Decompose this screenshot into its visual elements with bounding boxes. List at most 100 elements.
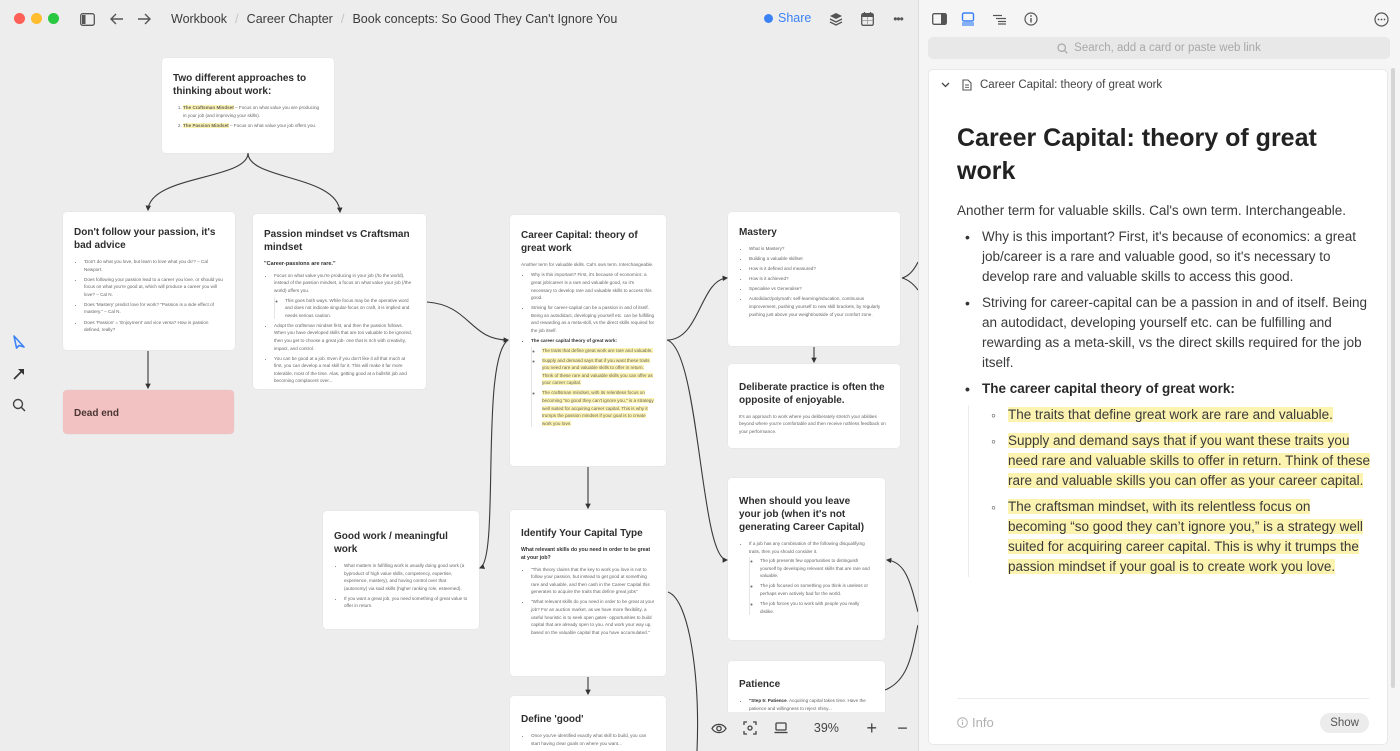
card-list-item: The Passion Mindset – Focus on what valu…	[183, 122, 323, 130]
card-when-to-leave-job[interactable]: When should you leave your job (when it'…	[728, 478, 885, 640]
back-arrow-icon[interactable]	[107, 9, 127, 29]
panel-scrollbar[interactable]	[1391, 68, 1396, 740]
sidebar-toggle-icon[interactable]	[77, 9, 97, 29]
card-list-item: What is Mastery?	[749, 245, 889, 253]
zoom-in-button[interactable]: +	[856, 712, 887, 744]
card-good-work[interactable]: Good work / meaningful work What matters…	[323, 511, 479, 629]
document-card: Career Capital: theory of great work Car…	[928, 69, 1388, 745]
card-list-item: If you want a great job, you need someth…	[344, 595, 468, 610]
document-body[interactable]: Career Capital: theory of great work Ano…	[957, 122, 1372, 583]
close-window-button[interactable]	[14, 13, 25, 24]
info-icon[interactable]	[1020, 9, 1042, 29]
select-pointer-icon[interactable]	[10, 333, 28, 351]
fit-to-screen-icon[interactable]	[735, 712, 766, 744]
card-title: Don't follow your passion, it's bad advi…	[74, 227, 216, 251]
show-info-button[interactable]: Show	[1320, 712, 1369, 733]
card-list-item: Focus on what value you're producing in …	[274, 272, 415, 320]
calendar-icon[interactable]	[857, 9, 877, 29]
layers-icon[interactable]	[826, 9, 846, 29]
bullet-item: Why is this important? First, it's becau…	[957, 227, 1372, 287]
right-panel: Search, add a card or paste web link Car…	[918, 0, 1400, 751]
edge-identify-to-offscreen	[667, 591, 699, 751]
zoom-toolbar: 39% + −	[704, 712, 918, 744]
card-list-item: Building a valuable skillset	[749, 255, 889, 263]
edge-capital-to-leave	[666, 339, 729, 563]
card-list-item: The Craftsman Mindset – Focus on what va…	[183, 104, 323, 119]
info-toggle[interactable]: Info	[957, 715, 994, 730]
card-title: Passion mindset vs Craftsman mindset	[264, 229, 410, 253]
card-quote: "Career-passions are rare."	[264, 261, 336, 267]
card-sub-item: The craftsman mindset, with its relentle…	[542, 389, 655, 427]
edge-capital-to-goodwork	[478, 339, 509, 569]
card-title: Dead end	[74, 408, 120, 419]
arrow-connector-icon[interactable]	[10, 365, 28, 383]
card-title: Patience	[739, 679, 781, 690]
card-list-item: "Step 5: Patience. Acquiring capital tak…	[749, 697, 874, 712]
breadcrumb-career-chapter[interactable]: Career Chapter	[247, 12, 333, 26]
maximize-window-button[interactable]	[48, 13, 59, 24]
document-header[interactable]: Career Capital: theory of great work	[929, 70, 1387, 100]
zoom-level[interactable]: 39%	[797, 721, 857, 735]
document-intro: Another term for valuable skills. Cal's …	[957, 203, 1347, 218]
info-label: Info	[972, 715, 994, 730]
canvas-pane[interactable]: Two different approaches to thinking abo…	[0, 0, 918, 751]
card-list-item: How is it achieved?	[749, 275, 889, 283]
document-header-title: Career Capital: theory of great work	[980, 79, 1163, 91]
card-list-item: Adopt the craftsman mindset first, and t…	[274, 322, 415, 352]
breadcrumb-separator: /	[340, 11, 345, 26]
minimize-window-button[interactable]	[31, 13, 42, 24]
card-list-item: You can be good at a job. Even if you do…	[274, 355, 415, 385]
share-button[interactable]: Share	[764, 11, 811, 25]
breadcrumb-workbook[interactable]: Workbook	[171, 12, 227, 26]
card-title: Good work / meaningful work	[334, 531, 448, 555]
more-circle-icon[interactable]	[1370, 9, 1392, 29]
card-identify-capital-type[interactable]: Identify Your Capital Type What relevant…	[510, 510, 666, 676]
chevron-down-icon[interactable]	[941, 82, 951, 88]
card-sub-item: This goes both ways. While focus may be …	[285, 297, 415, 320]
card-sub-item: The job focused on something you think i…	[760, 582, 874, 597]
eye-icon[interactable]	[704, 712, 735, 744]
card-two-approaches[interactable]: Two different approaches to thinking abo…	[162, 58, 334, 153]
card-mastery[interactable]: Mastery What is Mastery? Building a valu…	[728, 212, 900, 346]
breadcrumb-current-board[interactable]: Book concepts: So Good They Can't Ignore…	[352, 12, 617, 26]
search-icon	[1057, 42, 1068, 54]
search-input[interactable]: Search, add a card or paste web link	[928, 37, 1390, 59]
card-title: Two different approaches to thinking abo…	[173, 73, 307, 97]
card-passion-vs-craftsman[interactable]: Passion mindset vs Craftsman mindset "Ca…	[253, 214, 426, 389]
card-list-item: "What relevant skills do you need in ord…	[531, 598, 655, 636]
edge-passion-to-capital	[426, 301, 510, 343]
zoom-out-button[interactable]: −	[887, 712, 918, 744]
card-career-capital[interactable]: Career Capital: theory of great work Ano…	[510, 215, 666, 466]
card-title: Identify Your Capital Type	[521, 528, 643, 539]
card-title: When should you leave your job (when it'…	[739, 496, 865, 533]
scrollbar-thumb[interactable]	[1391, 68, 1395, 688]
presentation-mode-icon[interactable]	[766, 712, 797, 744]
card-list-item: 'Don't do what you love, but learn to lo…	[84, 258, 224, 273]
sub-bullet-item: The craftsman mindset, with its relentle…	[983, 497, 1372, 577]
card-dont-follow-passion[interactable]: Don't follow your passion, it's bad advi…	[63, 212, 235, 350]
search-icon[interactable]	[10, 396, 28, 414]
split-view-icon[interactable]	[928, 9, 950, 29]
bullet-list: Why is this important? First, it's becau…	[957, 227, 1372, 578]
card-title: Define 'good'	[521, 714, 584, 725]
card-sub-item: The job presents few opportunities to di…	[760, 557, 874, 580]
card-text: It's an approach to work where you delib…	[739, 414, 886, 434]
edge-capital-to-mastery	[666, 275, 729, 341]
card-sub-item: The traits that define great work are ra…	[542, 347, 655, 355]
breadcrumb-separator: /	[235, 11, 239, 26]
info-section: Info Show	[957, 698, 1369, 744]
sub-bullet-item: The traits that define great work are ra…	[983, 405, 1372, 425]
edge-mastery-offscreen	[901, 261, 918, 279]
outline-icon[interactable]	[989, 9, 1011, 29]
card-view-icon[interactable]	[957, 9, 979, 29]
card-list-item: What matters in fulfilling work is usual…	[344, 562, 468, 592]
card-deliberate-practice[interactable]: Deliberate practice is often the opposit…	[728, 364, 900, 448]
card-list-item: If a job has any combination of the foll…	[749, 540, 874, 616]
card-dead-end[interactable]: Dead end	[63, 390, 234, 434]
forward-arrow-icon[interactable]	[134, 9, 154, 29]
card-define-good[interactable]: Define 'good' Once you've identified exa…	[510, 696, 666, 751]
card-list-item: Once you've identified exactly what skil…	[531, 732, 655, 747]
card-title: Career Capital: theory of great work	[521, 230, 638, 254]
edge-approaches-to-passion	[247, 152, 343, 214]
more-options-icon[interactable]: •••	[888, 9, 908, 29]
